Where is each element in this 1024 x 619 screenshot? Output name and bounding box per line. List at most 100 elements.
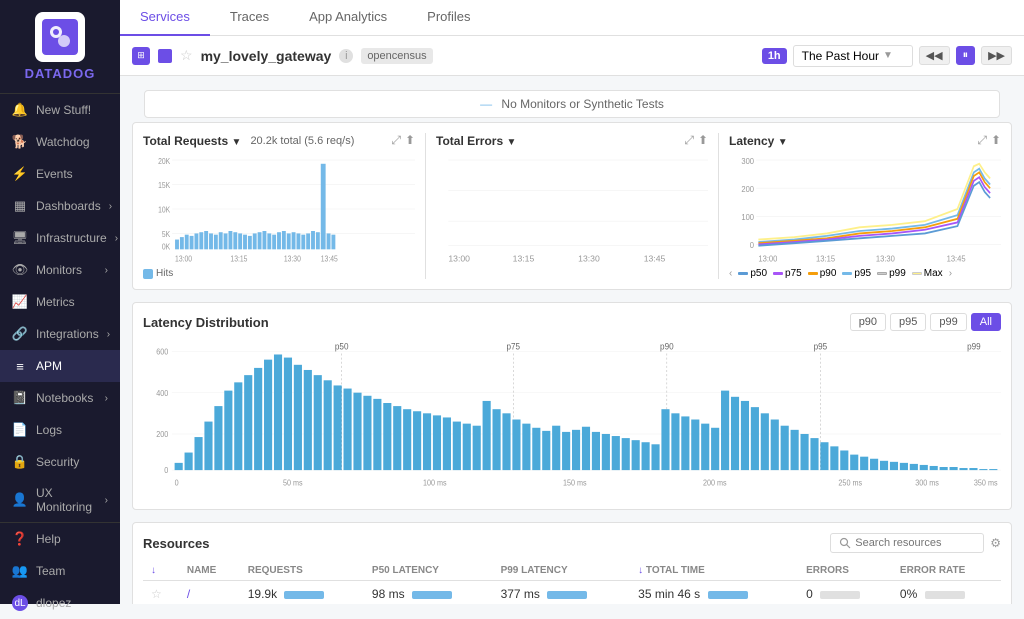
sidebar-item-notebooks[interactable]: 📓 Notebooks › xyxy=(0,382,120,414)
svg-text:0: 0 xyxy=(750,241,755,251)
time-next-button[interactable]: ▶▶ xyxy=(981,46,1012,65)
sidebar-item-metrics[interactable]: 📈 Metrics xyxy=(0,286,120,318)
svg-text:0K: 0K xyxy=(162,242,171,252)
total-time-header[interactable]: ↓ TOTAL TIME xyxy=(630,561,798,581)
sidebar-item-logs[interactable]: 📄 Logs xyxy=(0,414,120,446)
legend-p50: p50 xyxy=(738,268,767,279)
expand-errors-icon[interactable]: ⤢ xyxy=(684,133,694,148)
time-range-select[interactable]: The Past Hour ▼ xyxy=(793,45,913,67)
total-errors-header: Total Errors ▼ ⤢ ⬆ xyxy=(436,133,708,148)
resources-section: Resources ⚙ ↓ NAME xyxy=(132,522,1012,604)
sidebar-item-dashboards[interactable]: ▦ Dashboards › xyxy=(0,190,120,222)
legend-next-arrow[interactable]: › xyxy=(949,268,952,279)
all-button[interactable]: All xyxy=(971,313,1001,331)
info-icon[interactable]: i xyxy=(339,49,353,63)
sidebar-item-team[interactable]: 👥 Team xyxy=(0,555,120,587)
sidebar-item-user[interactable]: dL dlopez xyxy=(0,587,120,619)
export-errors-icon[interactable]: ⬆ xyxy=(698,133,708,148)
sidebar-item-apm[interactable]: ≡ APM xyxy=(0,350,120,382)
sidebar-bottom: ❓ Help 👥 Team dL dlopez xyxy=(0,522,120,619)
notebooks-arrow: › xyxy=(105,393,108,404)
service-toolbar: ⊞ ☆ my_lovely_gateway i opencensus 1h Th… xyxy=(120,36,1024,76)
svg-text:15K: 15K xyxy=(158,180,171,190)
time-controls: 1h The Past Hour ▼ ◀◀ ⏸ ▶▶ xyxy=(762,45,1012,67)
svg-text:20K: 20K xyxy=(158,156,171,166)
sidebar-label-monitors: Monitors xyxy=(36,263,82,277)
svg-text:13:45: 13:45 xyxy=(947,254,966,264)
svg-text:p75: p75 xyxy=(507,341,521,352)
tab-traces[interactable]: Traces xyxy=(210,0,289,36)
legend-p75: p75 xyxy=(773,268,802,279)
name-header[interactable]: NAME xyxy=(179,561,240,581)
ux-icon: 👤 xyxy=(12,492,28,508)
legend-max: Max xyxy=(912,268,943,279)
sidebar-item-help[interactable]: ❓ Help xyxy=(0,523,120,555)
settings-icon[interactable]: ⚙ xyxy=(990,536,1001,550)
p90-button[interactable]: p90 xyxy=(850,313,886,331)
tab-services[interactable]: Services xyxy=(120,0,210,36)
star-icon[interactable]: ☆ xyxy=(180,47,193,64)
sidebar-label-new-stuff: New Stuff! xyxy=(36,103,91,117)
sidebar-item-ux-monitoring[interactable]: 👤 UX Monitoring › xyxy=(0,478,120,522)
row-requests: 19.9k xyxy=(240,581,364,605)
sidebar-item-watchdog[interactable]: 🐕 Watchdog xyxy=(0,126,120,158)
error-rate-header[interactable]: ERROR RATE xyxy=(892,561,1001,581)
p75-label: p75 xyxy=(785,268,802,279)
sidebar-item-new-stuff[interactable]: 🔔 New Stuff! xyxy=(0,94,120,126)
sort-arrow[interactable]: ↓ xyxy=(151,565,156,576)
sidebar-label-infrastructure: Infrastructure xyxy=(36,231,107,245)
row-name[interactable]: / xyxy=(179,581,240,605)
p50-latency-header[interactable]: P50 LATENCY xyxy=(364,561,493,581)
search-resources-box[interactable] xyxy=(830,533,984,553)
row-p99: 377 ms xyxy=(493,581,631,605)
notebooks-icon: 📓 xyxy=(12,390,28,406)
p99-button[interactable]: p99 xyxy=(930,313,966,331)
export-requests-icon[interactable]: ⬆ xyxy=(405,133,415,148)
sidebar-item-monitors[interactable]: 👁 Monitors › xyxy=(0,254,120,286)
page-content: Total Requests ▼ 20.2k total (5.6 req/s)… xyxy=(120,122,1024,604)
sidebar-item-events[interactable]: ⚡ Events xyxy=(0,158,120,190)
total-errors-title[interactable]: Total Errors ▼ xyxy=(436,134,516,148)
svg-text:0: 0 xyxy=(175,478,179,488)
total-requests-title[interactable]: Total Requests ▼ xyxy=(143,134,241,148)
latency-dist-title: Latency Distribution xyxy=(143,315,850,330)
svg-text:13:15: 13:15 xyxy=(816,254,835,264)
svg-text:p99: p99 xyxy=(967,341,981,352)
latency-title[interactable]: Latency ▼ xyxy=(729,134,788,148)
svg-text:13:30: 13:30 xyxy=(284,254,301,264)
svg-text:200: 200 xyxy=(741,184,754,194)
svg-text:300 ms: 300 ms xyxy=(915,478,939,488)
row-star[interactable]: ☆ xyxy=(143,581,179,605)
sidebar-item-security[interactable]: 🔒 Security xyxy=(0,446,120,478)
sidebar-item-infrastructure[interactable]: 🖥 Infrastructure › xyxy=(0,222,120,254)
search-resources-input[interactable] xyxy=(855,537,975,549)
bell-icon: 🔔 xyxy=(12,102,28,118)
tab-app-analytics[interactable]: App Analytics xyxy=(289,0,407,36)
svg-text:13:30: 13:30 xyxy=(876,254,895,264)
sidebar-label-dashboards: Dashboards xyxy=(36,199,101,213)
p99-bar xyxy=(547,591,587,599)
p99-latency-header[interactable]: P99 LATENCY xyxy=(493,561,631,581)
integrations-arrow: › xyxy=(107,329,110,340)
expand-latency-icon[interactable]: ⤢ xyxy=(977,133,987,148)
export-latency-icon[interactable]: ⬆ xyxy=(991,133,1001,148)
expand-requests-icon[interactable]: ⤢ xyxy=(391,133,401,148)
svg-text:p90: p90 xyxy=(660,341,674,352)
requests-legend: Hits xyxy=(143,268,415,279)
time-prev-button[interactable]: ◀◀ xyxy=(919,46,950,65)
sidebar-item-integrations[interactable]: 🔗 Integrations › xyxy=(0,318,120,350)
sidebar-label-notebooks: Notebooks xyxy=(36,391,93,405)
legend-prev-arrow[interactable]: ‹ xyxy=(729,268,732,279)
requests-header[interactable]: REQUESTS xyxy=(240,561,364,581)
errors-header[interactable]: ERRORS xyxy=(798,561,892,581)
time-pause-button[interactable]: ⏸ xyxy=(956,46,976,65)
tab-profiles[interactable]: Profiles xyxy=(407,0,490,36)
charts-row: Total Requests ▼ 20.2k total (5.6 req/s)… xyxy=(132,122,1012,290)
p95-button[interactable]: p95 xyxy=(890,313,926,331)
apm-icon: ≡ xyxy=(12,358,28,374)
sidebar-label-events: Events xyxy=(36,167,73,181)
logs-icon: 📄 xyxy=(12,422,28,438)
svg-text:100 ms: 100 ms xyxy=(423,478,447,488)
latency-dist-chart: 600 400 200 0 p50 p75 p90 p95 p99 xyxy=(143,339,1001,499)
sidebar-label-team: Team xyxy=(36,564,65,578)
